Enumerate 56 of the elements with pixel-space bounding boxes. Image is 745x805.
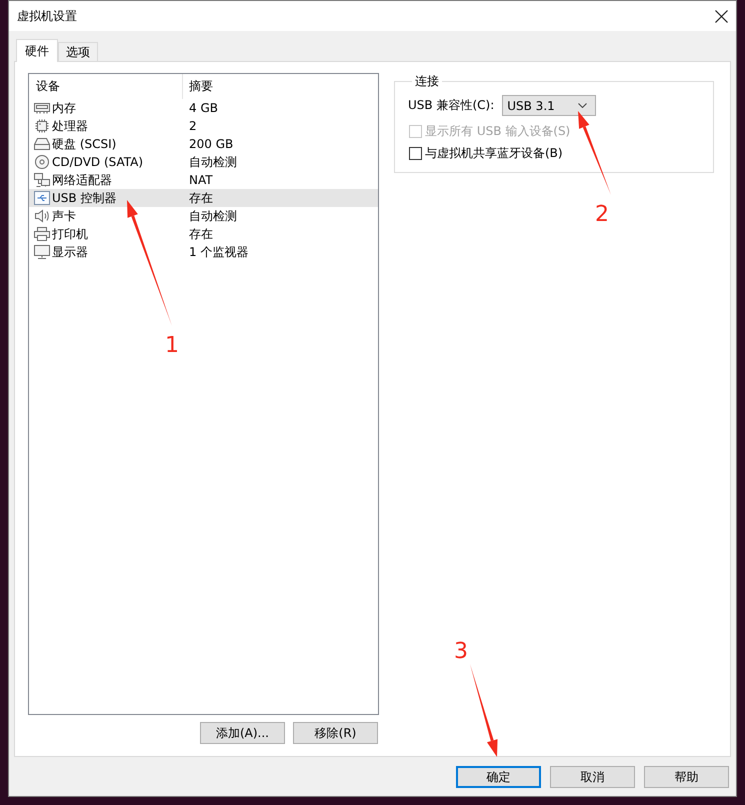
device-summary: 4 GB	[188, 101, 219, 115]
memory-module-icon	[34, 101, 50, 115]
hard-drive-icon	[34, 137, 50, 151]
device-name: 处理器	[52, 118, 88, 134]
compatibility-dropdown[interactable]: USB 3.1	[502, 95, 596, 116]
device-row[interactable]: CD/DVD (SATA) 自动检测	[29, 153, 378, 171]
device-summary: NAT	[188, 173, 214, 187]
disc-icon	[34, 155, 50, 169]
monitor-icon	[34, 245, 50, 259]
annotation-number: 1	[165, 333, 179, 358]
device-row[interactable]: 内存 4 GB	[29, 99, 378, 117]
device-row[interactable]: 打印机 存在	[29, 225, 378, 243]
device-action-button[interactable]: 添加(A)...	[200, 722, 285, 744]
device-name: 内存	[52, 100, 76, 116]
dialog-button[interactable]: 确定	[456, 766, 541, 788]
device-summary: 存在	[188, 190, 214, 206]
device-summary: 自动检测	[188, 154, 238, 170]
checkbox-label[interactable]: 与虚拟机共享蓝牙设备(B)	[425, 144, 563, 162]
device-summary: 1 个监视器	[188, 244, 250, 260]
device-row[interactable]: 网络适配器 NAT	[29, 171, 378, 189]
device-summary: 存在	[188, 226, 214, 242]
device-action-button[interactable]: 移除(R)	[293, 722, 378, 744]
chip-icon	[34, 119, 50, 133]
network-computers-icon	[34, 173, 50, 187]
close-icon[interactable]	[715, 10, 728, 22]
window-title: 虚拟机设置	[17, 8, 77, 24]
annotation-number: 2	[595, 202, 609, 227]
device-summary: 2	[188, 119, 198, 133]
device-name: 打印机	[52, 226, 88, 242]
column-header: 摘要	[188, 78, 214, 95]
caret-icon	[578, 103, 588, 108]
printer-icon	[34, 227, 50, 241]
speaker-icon	[34, 209, 50, 223]
tab[interactable]: 选项	[58, 42, 98, 61]
checkbox[interactable]	[409, 146, 422, 160]
column-header: 设备	[29, 74, 183, 99]
device-row[interactable]: 硬盘 (SCSI) 200 GB	[29, 135, 378, 153]
dialog-button[interactable]: 帮助	[644, 766, 729, 788]
device-row[interactable]: 显示器 1 个监视器	[29, 243, 378, 261]
device-summary: 200 GB	[188, 137, 234, 151]
device-summary: 自动检测	[188, 208, 238, 224]
device-row[interactable]: USB 控制器 存在	[29, 189, 378, 207]
group-title: 连接	[414, 73, 440, 90]
device-name: CD/DVD (SATA)	[52, 155, 144, 169]
device-name: 硬盘 (SCSI)	[52, 136, 116, 152]
device-name: USB 控制器	[52, 190, 116, 206]
usb-icon	[34, 191, 50, 205]
tab[interactable]: 硬件	[16, 39, 58, 62]
annotation-number: 3	[454, 639, 468, 664]
device-name: 网络适配器	[52, 172, 112, 188]
device-row[interactable]: 处理器 2	[29, 117, 378, 135]
device-name: 显示器	[52, 244, 88, 260]
dialog-button[interactable]: 取消	[550, 766, 635, 788]
field-label: USB 兼容性(C):	[408, 97, 494, 114]
device-name: 声卡	[52, 208, 76, 224]
device-row[interactable]: 声卡 自动检测	[29, 207, 378, 225]
